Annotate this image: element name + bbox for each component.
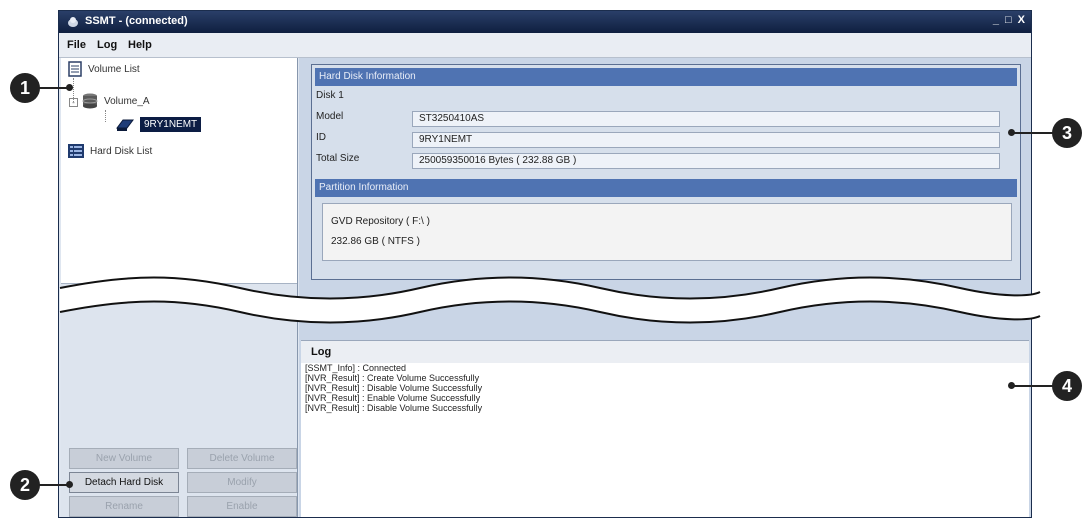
hard-disk-icon bbox=[116, 119, 134, 131]
modify-button[interactable]: Modify bbox=[187, 472, 297, 493]
tree-item-disk[interactable]: 9RY1NEMT bbox=[115, 117, 202, 132]
ssmt-window: SSMT - (connected) _ □ X File Log Help V… bbox=[58, 10, 1032, 518]
size-label: Total Size bbox=[316, 153, 360, 164]
rename-button[interactable]: Rename bbox=[69, 496, 179, 517]
partition-name: GVD Repository ( F:\ ) bbox=[331, 216, 430, 227]
callout-1: 1 bbox=[10, 73, 40, 103]
new-volume-button[interactable]: New Volume bbox=[69, 448, 179, 469]
tree-item-volume-a[interactable]: Volume_A bbox=[81, 93, 150, 109]
callout-1-leader bbox=[38, 87, 68, 89]
tree-connector bbox=[105, 110, 106, 122]
tree-item-volume-list[interactable]: Volume List bbox=[67, 61, 140, 77]
window-title: SSMT - (connected) bbox=[85, 15, 188, 27]
tree-item-label: Hard Disk List bbox=[90, 145, 153, 157]
disk-list-icon bbox=[68, 144, 84, 158]
wave-break bbox=[59, 276, 1041, 324]
callout-4: 4 bbox=[1052, 371, 1082, 401]
log-panel[interactable]: [SSMT_Info] : Connected [NVR_Result] : C… bbox=[301, 363, 1029, 517]
size-field: 250059350016 Bytes ( 232.88 GB ) bbox=[412, 153, 1000, 169]
title-bar[interactable]: SSMT - (connected) _ □ X bbox=[59, 11, 1031, 33]
model-label: Model bbox=[316, 111, 344, 122]
delete-volume-button[interactable]: Delete Volume bbox=[187, 448, 297, 469]
model-field: ST3250410AS bbox=[412, 111, 1000, 127]
menu-bar: File Log Help bbox=[59, 33, 1031, 58]
tree-item-label-selected: 9RY1NEMT bbox=[140, 117, 202, 132]
partition-info-box: GVD Repository ( F:\ ) 232.86 GB ( NTFS … bbox=[322, 203, 1012, 261]
callout-4-leader bbox=[1012, 385, 1054, 387]
callout-3-leader bbox=[1012, 132, 1054, 134]
volume-list-icon bbox=[68, 61, 82, 77]
tree-item-hard-disk-list[interactable]: Hard Disk List bbox=[67, 143, 152, 159]
menu-log[interactable]: Log bbox=[97, 39, 117, 51]
close-button[interactable]: X bbox=[1018, 14, 1025, 26]
callout-4-dot bbox=[1008, 382, 1015, 389]
disk-label: Disk 1 bbox=[316, 90, 344, 101]
menu-help[interactable]: Help bbox=[128, 39, 152, 51]
tree-item-label: Volume_A bbox=[104, 95, 150, 107]
log-line: [NVR_Result] : Create Volume Successfull… bbox=[305, 373, 480, 383]
detach-hard-disk-button[interactable]: Detach Hard Disk bbox=[69, 472, 179, 493]
callout-3: 3 bbox=[1052, 118, 1082, 148]
maximize-button[interactable]: □ bbox=[1005, 14, 1012, 26]
log-header: Log bbox=[301, 340, 1029, 364]
partition-size: 232.86 GB ( NTFS ) bbox=[331, 236, 420, 247]
window-controls: _ □ X bbox=[993, 14, 1025, 26]
partition-info-header: Partition Information bbox=[315, 179, 1017, 197]
callout-2-leader bbox=[38, 484, 68, 486]
minimize-button[interactable]: _ bbox=[993, 14, 999, 26]
callout-1-dot bbox=[66, 84, 73, 91]
hard-disk-info-header: Hard Disk Information bbox=[315, 68, 1017, 86]
log-title: Log bbox=[311, 346, 332, 358]
log-line: [NVR_Result] : Enable Volume Successfull… bbox=[305, 393, 481, 403]
menu-file[interactable]: File bbox=[67, 39, 86, 51]
callout-3-dot bbox=[1008, 129, 1015, 136]
volume-tree: Volume List - Volume_A 9RY1NEMT Hard Dis… bbox=[61, 58, 297, 284]
id-label: ID bbox=[316, 132, 326, 143]
collapse-icon[interactable]: - bbox=[69, 98, 78, 107]
id-field: 9RY1NEMT bbox=[412, 132, 1000, 148]
callout-2-dot bbox=[66, 481, 73, 488]
hard-disk-info-panel: Hard Disk Information Disk 1 Model ST325… bbox=[311, 64, 1021, 280]
enable-button[interactable]: Enable bbox=[187, 496, 297, 517]
log-line: [SSMT_Info] : Connected bbox=[305, 363, 407, 373]
callout-2: 2 bbox=[10, 470, 40, 500]
tree-item-label: Volume List bbox=[88, 63, 140, 75]
app-icon bbox=[68, 17, 78, 27]
log-line: [NVR_Result] : Disable Volume Successful… bbox=[305, 403, 483, 413]
log-line: [NVR_Result] : Disable Volume Successful… bbox=[305, 383, 483, 393]
database-icon bbox=[82, 93, 98, 109]
